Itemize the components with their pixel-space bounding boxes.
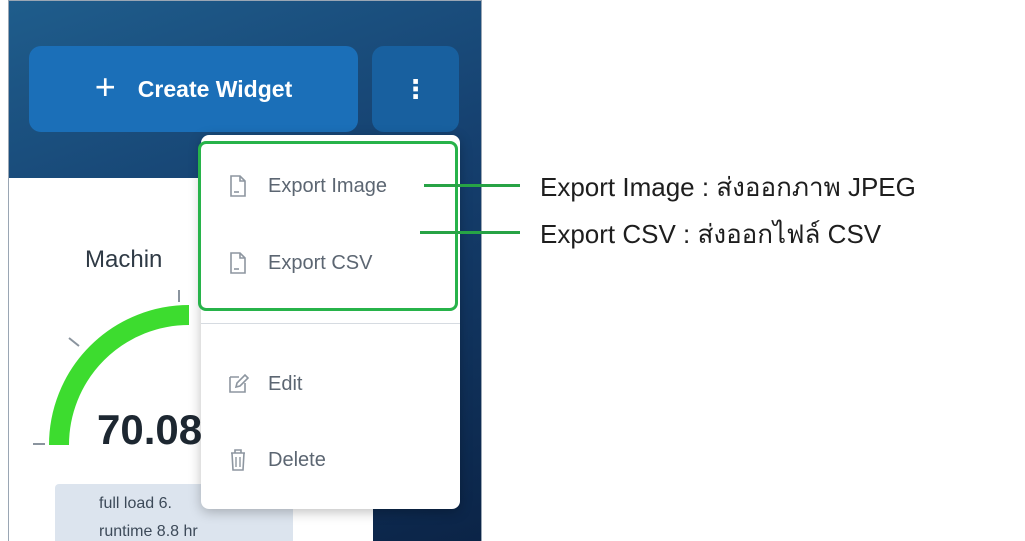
gauge-value: 70.08 [97, 406, 203, 453]
menu-item-label: Edit [268, 372, 303, 395]
menu-item-edit[interactable]: Edit [201, 359, 460, 409]
menu-item-delete[interactable]: Delete [201, 435, 460, 485]
gauge-tick [68, 337, 80, 347]
menu-item-label: Delete [268, 448, 326, 471]
edit-icon [229, 373, 249, 393]
kebab-menu-icon: ⋮ [402, 73, 429, 104]
highlight-box [198, 141, 458, 311]
callout-line [424, 184, 520, 187]
trash-icon [231, 449, 245, 471]
dashboard-screenshot: + Create Widget ⋮ Machin 70.08 full load… [8, 0, 482, 541]
widget-title: Machin [85, 246, 163, 273]
callout-export-image: Export Image : ส่งออกภาพ JPEG [540, 172, 916, 202]
create-widget-label: Create Widget [137, 75, 293, 102]
menu-divider [201, 323, 460, 324]
more-options-button[interactable]: ⋮ [372, 46, 459, 132]
plus-icon: + [94, 66, 116, 107]
callout-line [420, 231, 520, 234]
info-line: runtime 8.8 hr [99, 523, 198, 540]
callout-export-csv: Export CSV : ส่งออกไฟล์ CSV [540, 219, 882, 249]
create-widget-button[interactable]: + Create Widget [29, 46, 358, 132]
